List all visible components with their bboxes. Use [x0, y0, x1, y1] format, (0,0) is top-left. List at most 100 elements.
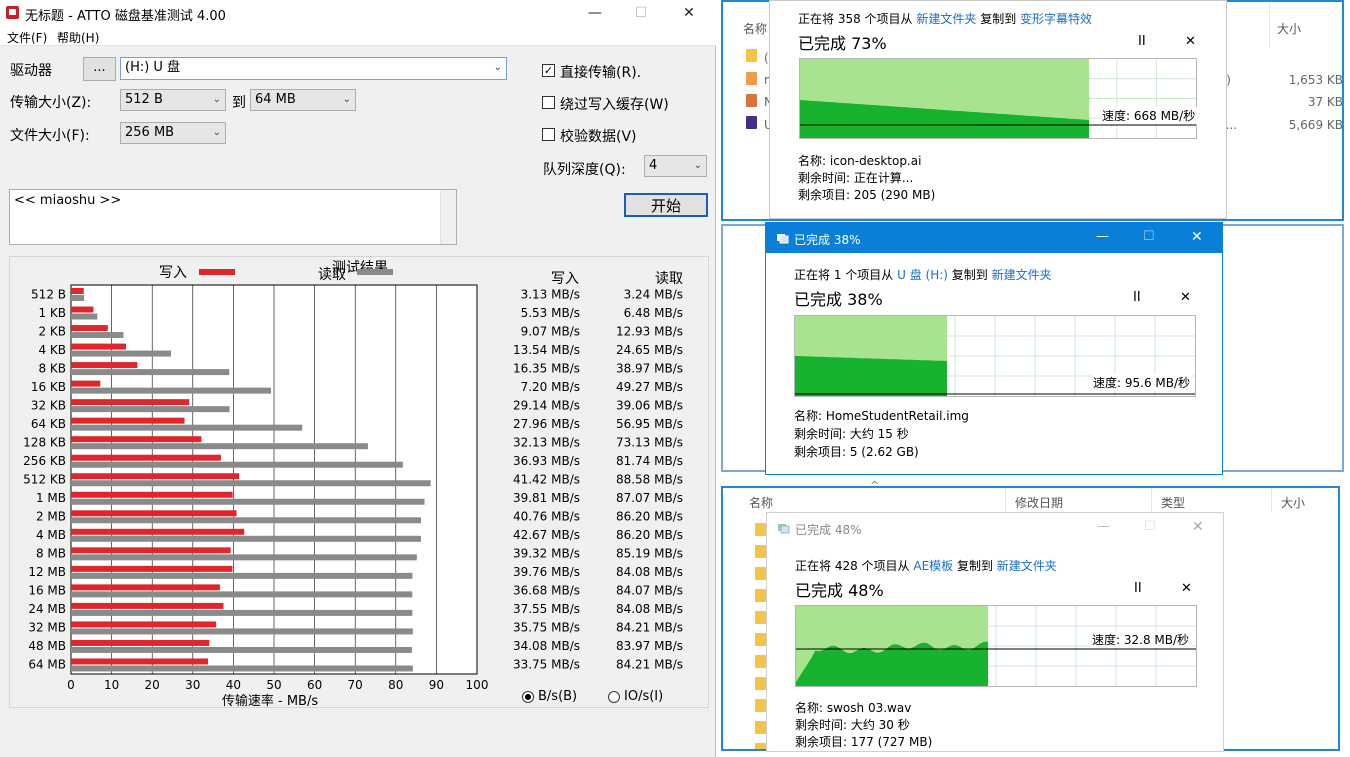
chevron-down-icon: ⌄: [693, 160, 702, 171]
file-name-line: 名称: HomeStudentRetail.img: [794, 409, 969, 423]
minimize-button[interactable]: —: [1097, 519, 1110, 534]
folder-icon: [755, 545, 766, 558]
atto-titlebar[interactable]: 无标题 - ATTO 磁盘基准测试 4.00 — ☐ ✕: [0, 0, 716, 26]
write-bar: [71, 658, 209, 665]
file-size-select[interactable]: 256 MB ⌄: [120, 122, 226, 144]
folder-icon: [746, 49, 757, 62]
cancel-button[interactable]: ✕: [1180, 290, 1191, 305]
transfer-to-select[interactable]: 64 MB ⌄: [250, 89, 356, 111]
category-label: 16 KB: [31, 380, 66, 394]
progress-percent: 已完成 73%: [798, 34, 887, 53]
file-name-line: 名称: swosh 03.wav: [795, 701, 912, 715]
source-link[interactable]: U 盘 (H:): [897, 268, 948, 282]
destination-link[interactable]: 新建文件夹: [997, 559, 1057, 573]
minimize-button[interactable]: —: [572, 0, 618, 26]
column-size-header[interactable]: 大小: [1281, 494, 1305, 511]
destination-link[interactable]: 变形字幕特效: [1020, 12, 1092, 26]
time-remaining-line: 剩余时间: 大约 15 秒: [794, 427, 909, 441]
legend-read-label: 读取: [318, 266, 346, 283]
write-bar: [71, 565, 233, 572]
close-button[interactable]: ✕: [666, 0, 712, 26]
x-tick-label: 100: [466, 678, 489, 692]
x-tick-label: 40: [226, 678, 241, 692]
copy-prefix: 正在将 358 个项目从: [798, 12, 917, 26]
source-link[interactable]: 新建文件夹: [916, 12, 976, 26]
column-date-header[interactable]: 修改日期: [1015, 494, 1063, 511]
column-divider: [1269, 2, 1270, 48]
pause-button[interactable]: II: [1133, 290, 1141, 305]
close-button[interactable]: ✕: [1191, 229, 1203, 245]
read-value-label: 86.20 MB/s: [616, 510, 683, 524]
minimize-button[interactable]: —: [1096, 229, 1109, 244]
dialog-titlebar[interactable]: 已完成 38% — ☐ ✕: [766, 223, 1222, 253]
menu-file[interactable]: 文件(F): [7, 29, 47, 46]
write-bar: [71, 417, 185, 424]
browse-button[interactable]: ...: [83, 57, 116, 81]
read-value-label: 84.08 MB/s: [616, 565, 683, 579]
chevron-up-icon[interactable]: ^: [870, 479, 879, 492]
progress-percent: 已完成 38%: [794, 290, 883, 309]
read-value-label: 6.48 MB/s: [624, 306, 683, 320]
items-remaining-line: 剩余项目: 5 (2.62 GB): [794, 445, 919, 459]
bypass-cache-checkbox[interactable]: [542, 96, 555, 109]
maximize-button[interactable]: ☐: [1144, 519, 1156, 534]
legend-write-label: 写入: [159, 265, 187, 281]
maximize-button[interactable]: ☐: [618, 0, 664, 26]
bps-radio[interactable]: [522, 691, 534, 703]
queue-depth-value: 4: [649, 158, 658, 173]
queue-depth-select[interactable]: 4 ⌄: [644, 155, 707, 177]
time-remaining-line: 剩余时间: 大约 30 秒: [795, 718, 910, 732]
cancel-button[interactable]: ✕: [1185, 34, 1196, 49]
read-value-label: 87.07 MB/s: [616, 491, 683, 505]
category-label: 2 MB: [36, 510, 66, 524]
transfer-to-value: 64 MB: [255, 92, 296, 107]
copy-prefix: 正在将 428 个项目从: [795, 559, 914, 573]
column-name-header[interactable]: 名称: [743, 20, 767, 37]
read-bar: [71, 332, 124, 339]
category-label: 256 KB: [23, 454, 66, 468]
read-bar: [71, 609, 413, 616]
transfer-from-select[interactable]: 512 B ⌄: [120, 89, 226, 111]
drive-select[interactable]: (H:) U 盘 ⌄: [120, 57, 507, 80]
source-link[interactable]: AE模板: [913, 559, 953, 573]
dialog-titlebar[interactable]: 已完成 48% — ☐ ✕: [767, 513, 1223, 543]
row-size: 5,669 KB: [1288, 118, 1343, 132]
transfer-size-label: 传输大小(Z):: [10, 95, 92, 111]
folder-icon: [755, 567, 766, 580]
chevron-down-icon: ⌄: [212, 127, 221, 138]
cancel-button[interactable]: ✕: [1181, 581, 1192, 596]
menu-help[interactable]: 帮助(H): [57, 29, 99, 46]
pause-button[interactable]: II: [1134, 581, 1142, 596]
drive-select-value: (H:) U 盘: [125, 60, 181, 75]
destination-link[interactable]: 新建文件夹: [992, 268, 1052, 282]
category-label: 32 KB: [31, 398, 66, 412]
category-label: 8 MB: [36, 547, 66, 561]
results-panel: 0 10 20 30 40 50 60 70 80 90 100 512 B 3.13 MB/s 3.24…: [9, 256, 709, 709]
verify-data-checkbox[interactable]: [542, 128, 555, 141]
drive-label: 驱动器: [10, 63, 52, 79]
x-tick-label: 0: [67, 678, 75, 692]
column-type-header[interactable]: 类型: [1161, 494, 1185, 511]
read-value-label: 73.13 MB/s: [616, 435, 683, 449]
x-tick-label: 60: [307, 678, 322, 692]
copy-description: 正在将 1 个项目从 U 盘 (H:) 复制到 新建文件夹: [794, 266, 1052, 283]
iops-radio[interactable]: [608, 691, 620, 703]
write-bar: [71, 473, 240, 480]
read-bar: [71, 443, 368, 450]
category-label: 4 KB: [38, 343, 66, 357]
column-size-header[interactable]: 大小: [1277, 20, 1301, 37]
read-value-label: 85.19 MB/s: [616, 547, 683, 561]
read-value-label: 84.08 MB/s: [616, 602, 683, 616]
legend-read-swatch: [357, 269, 393, 275]
start-button[interactable]: 开始: [624, 193, 708, 217]
close-button[interactable]: ✕: [1192, 519, 1204, 535]
direct-io-checkbox[interactable]: ✓: [542, 64, 555, 77]
dialog-title: 已完成 48%: [795, 523, 862, 537]
description-textarea[interactable]: << miaoshu >>: [9, 189, 457, 245]
maximize-button[interactable]: ☐: [1143, 229, 1155, 244]
column-name-header[interactable]: 名称: [749, 494, 773, 511]
write-bar: [71, 621, 217, 628]
pause-button[interactable]: II: [1138, 34, 1146, 49]
category-label: 2 KB: [38, 324, 66, 338]
description-scrollbar[interactable]: [440, 190, 456, 244]
